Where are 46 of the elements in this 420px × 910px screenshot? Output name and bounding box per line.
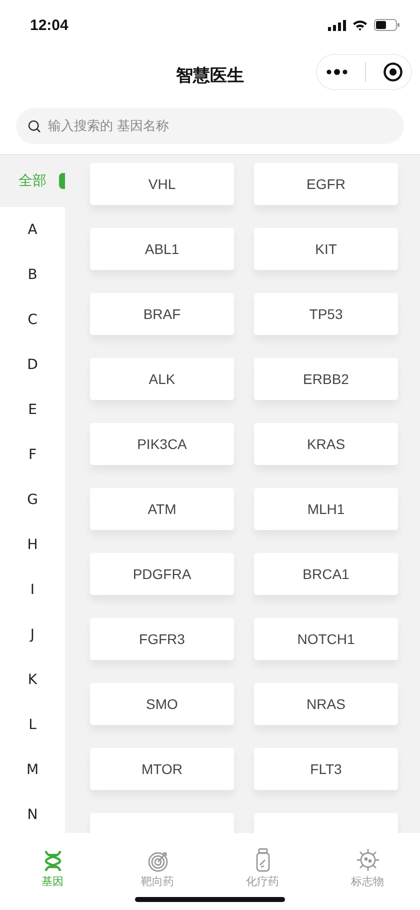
index-item[interactable]: H [0, 522, 65, 567]
gene-card[interactable]: NRAS [254, 683, 398, 725]
page-title: 智慧医生 [176, 64, 244, 86]
gene-card[interactable]: SMO [90, 683, 234, 725]
gene-card[interactable]: BRAF [90, 293, 234, 335]
index-item[interactable]: G [0, 477, 65, 522]
search-field[interactable]: 输入搜索的 基因名称 [16, 108, 404, 144]
gene-card[interactable]: PDGFRA [90, 553, 234, 595]
index-item[interactable]: A [0, 207, 65, 252]
more-icon[interactable] [326, 68, 348, 76]
search-icon [28, 120, 41, 133]
gene-card[interactable]: MLH1 [254, 488, 398, 530]
gene-card[interactable]: NOTCH1 [254, 618, 398, 660]
gene-card[interactable]: VHL [90, 163, 234, 205]
dna-icon [42, 850, 62, 872]
target-icon [146, 850, 168, 872]
gene-card[interactable]: ABL1 [90, 228, 234, 270]
signal-icon [328, 20, 346, 30]
index-item[interactable]: D [0, 342, 65, 387]
gene-card[interactable]: BRCA1 [254, 553, 398, 595]
gene-card[interactable]: KRAS [254, 423, 398, 465]
index-item[interactable]: E [0, 387, 65, 432]
index-item[interactable]: J [0, 612, 65, 657]
index-item[interactable]: M [0, 747, 65, 792]
gene-card[interactable]: KIT [254, 228, 398, 270]
index-item[interactable]: I [0, 567, 65, 612]
bottle-icon [254, 848, 270, 872]
index-item[interactable]: C [0, 297, 65, 342]
index-item[interactable]: B [0, 252, 65, 297]
gene-card[interactable]: ALK [90, 358, 234, 400]
index-item[interactable]: K [0, 657, 65, 702]
gene-card[interactable]: ATM [90, 488, 234, 530]
index-item[interactable]: N [0, 792, 65, 833]
gene-card[interactable]: FLT3 [254, 748, 398, 790]
index-item[interactable]: F [0, 432, 65, 477]
status-time: 12:04 [30, 16, 68, 34]
gene-card[interactable]: PIK3CA [90, 423, 234, 465]
battery-icon [374, 19, 400, 31]
index-item[interactable]: L [0, 702, 65, 747]
wifi-icon [352, 19, 368, 31]
gene-card[interactable]: ERBB2 [254, 358, 398, 400]
gene-card[interactable]: FGFR3 [90, 618, 234, 660]
virus-icon [356, 848, 380, 872]
gene-card[interactable]: TP53 [254, 293, 398, 335]
gene-card[interactable]: MTOR [90, 748, 234, 790]
gene-card[interactable]: EGFR [254, 163, 398, 205]
